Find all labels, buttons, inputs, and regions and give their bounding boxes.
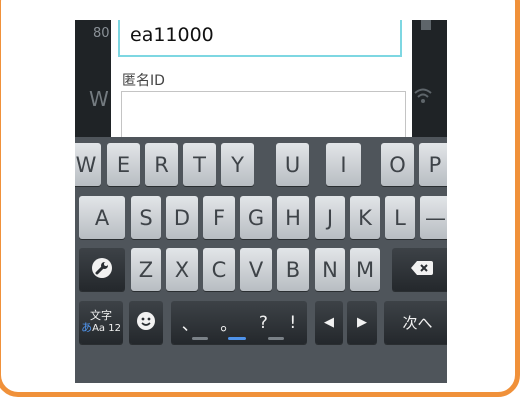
key-i[interactable]: I: [326, 143, 361, 186]
key-h[interactable]: H: [277, 196, 309, 239]
punct-exclamation[interactable]: !: [289, 313, 296, 333]
punct-period[interactable]: 。: [220, 310, 237, 335]
key-s[interactable]: S: [131, 196, 161, 239]
backspace-key[interactable]: [392, 248, 447, 291]
key-f[interactable]: F: [203, 196, 235, 239]
cursor-right-key[interactable]: ▶: [347, 301, 377, 344]
key-g[interactable]: G: [240, 196, 272, 239]
cursor-left-key[interactable]: ◀: [315, 301, 343, 344]
page-indicator-3: [268, 337, 284, 340]
key-j[interactable]: J: [315, 196, 345, 239]
key-z[interactable]: Z: [131, 248, 161, 291]
smiley-icon: [136, 311, 156, 335]
key-l[interactable]: L: [385, 196, 415, 239]
key-t[interactable]: T: [183, 143, 216, 186]
key-r[interactable]: R: [145, 143, 178, 186]
identity-input-value: ea11000: [130, 24, 214, 46]
left-arrow-icon: ◀: [324, 315, 334, 330]
phone-screen: 80 W ea11000 匿名ID W E R T Y U I O P A S …: [75, 20, 447, 383]
next-key[interactable]: 次へ: [384, 301, 447, 344]
background-title-fragment: W: [89, 87, 109, 111]
key-c[interactable]: C: [203, 248, 235, 291]
emoji-key[interactable]: [129, 301, 163, 344]
right-arrow-icon: ▶: [357, 315, 367, 330]
backspace-icon: [410, 260, 433, 279]
key-w[interactable]: W: [75, 143, 101, 186]
key-m[interactable]: M: [350, 248, 380, 291]
key-o[interactable]: O: [381, 143, 414, 186]
mode-label-alpha: Aa 12: [92, 323, 121, 335]
next-label: 次へ: [402, 314, 433, 332]
key-n[interactable]: N: [315, 248, 345, 291]
key-u[interactable]: U: [276, 143, 309, 186]
wifi-icon: [413, 86, 433, 110]
wrench-icon: [91, 257, 113, 283]
page-indicator-1: [192, 337, 208, 340]
mode-label-hiragana: あ: [81, 321, 93, 335]
key-d[interactable]: D: [166, 196, 198, 239]
soft-keyboard: W E R T Y U I O P A S D F G H J K L — Z …: [75, 137, 447, 383]
key-e[interactable]: E: [107, 143, 140, 186]
key-x[interactable]: X: [166, 248, 198, 291]
credentials-dialog: ea11000 匿名ID: [111, 20, 412, 153]
page-indicator-2: [228, 337, 246, 340]
key-p[interactable]: P: [419, 143, 447, 186]
mode-label-kanji: 文字: [90, 309, 112, 323]
input-mode-key[interactable]: 文字 あAa 12: [79, 301, 123, 344]
key-k[interactable]: K: [350, 196, 380, 239]
punct-question[interactable]: ?: [259, 313, 268, 333]
background-icon: [421, 20, 431, 30]
key-dash[interactable]: —: [420, 196, 447, 239]
punct-comma[interactable]: 、: [182, 310, 199, 335]
settings-key[interactable]: [79, 248, 125, 291]
key-a[interactable]: A: [79, 196, 125, 239]
background-status-number: 80: [93, 26, 110, 41]
key-v[interactable]: V: [240, 248, 272, 291]
key-y[interactable]: Y: [221, 143, 254, 186]
key-b[interactable]: B: [277, 248, 309, 291]
identity-input[interactable]: ea11000: [118, 20, 402, 57]
anon-id-label: 匿名ID: [122, 73, 165, 89]
